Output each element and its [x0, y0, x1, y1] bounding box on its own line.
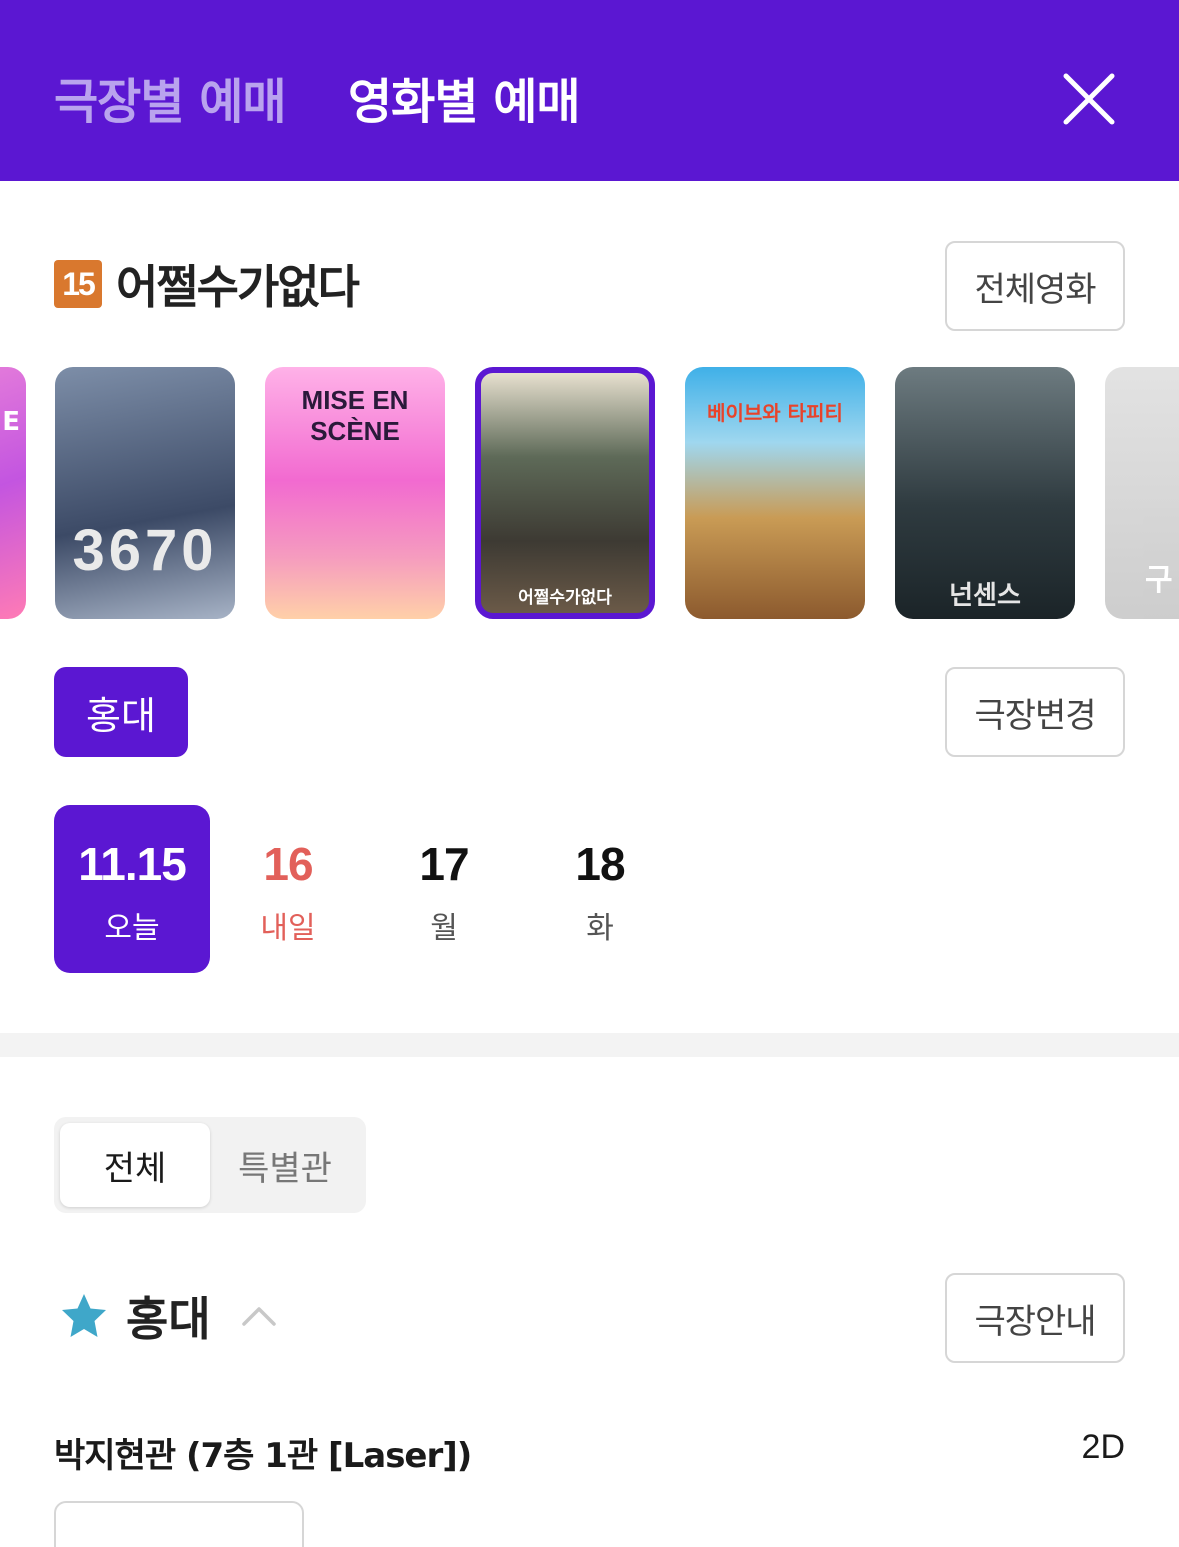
selected-theater-chip[interactable]: 홍대 — [54, 667, 188, 757]
poster-label: E — [2, 407, 20, 437]
poster-label: 3670 — [72, 518, 218, 583]
tab-movie-booking[interactable]: 영화별 예매 — [348, 62, 581, 132]
close-icon[interactable] — [1060, 70, 1118, 128]
date-day: 오늘 — [104, 911, 160, 946]
movie-poster-selected[interactable]: 어쩔수가없다 — [475, 367, 655, 619]
showtime-card[interactable] — [54, 1501, 304, 1547]
screen-name: 박지현관 (7층 1관 [Laser]) — [54, 1436, 472, 1476]
movie-title: 어쩔수가없다 — [116, 260, 360, 314]
date-number: 17 — [419, 838, 469, 890]
date-item-selected[interactable]: 11.15 오늘 — [54, 805, 210, 973]
date-day: 내일 — [260, 911, 316, 946]
age-rating-badge: 15 — [54, 260, 102, 308]
movie-poster[interactable]: 넌센스 — [895, 367, 1075, 619]
theater-name: 홍대 — [126, 1292, 211, 1346]
date-number: 11.15 — [78, 838, 187, 890]
poster-carousel[interactable]: E 3670 MISE EN SCÈNE 어쩔수가없다 베이브와 타피티 넌센스… — [0, 367, 1179, 619]
filter-special-button[interactable]: 특별관 — [210, 1123, 360, 1207]
star-icon[interactable] — [58, 1290, 110, 1342]
hall-filter-segment: 전체 특별관 — [54, 1117, 366, 1213]
booking-header: 극장별 예매 영화별 예매 — [0, 0, 1179, 181]
poster-label: 베이브와 타피티 — [707, 401, 843, 425]
screen-format: 2D — [1081, 1428, 1125, 1466]
all-movies-button[interactable]: 전체영화 — [945, 241, 1125, 331]
theater-row[interactable]: 홍대 — [58, 1286, 277, 1346]
date-item[interactable]: 18 화 — [522, 805, 678, 973]
date-day: 화 — [586, 911, 614, 946]
movie-title-row: 15 어쩔수가없다 — [54, 254, 360, 314]
tab-theater-booking[interactable]: 극장별 예매 — [54, 62, 287, 132]
date-item[interactable]: 17 월 — [366, 805, 522, 973]
movie-poster[interactable]: 베이브와 타피티 — [685, 367, 865, 619]
date-number: 16 — [263, 838, 313, 890]
poster-label: 넌센스 — [949, 581, 1021, 611]
poster-label: 구 — [1145, 563, 1173, 598]
date-number: 18 — [575, 838, 625, 890]
theater-info-button[interactable]: 극장안내 — [945, 1273, 1125, 1363]
chevron-up-icon[interactable] — [241, 1304, 277, 1328]
movie-poster[interactable]: MISE EN SCÈNE — [265, 367, 445, 619]
filter-all-button[interactable]: 전체 — [60, 1123, 210, 1207]
date-day: 월 — [430, 911, 458, 946]
change-theater-button[interactable]: 극장변경 — [945, 667, 1125, 757]
movie-poster[interactable]: 구 — [1105, 367, 1179, 619]
movie-poster[interactable]: 3670 — [55, 367, 235, 619]
poster-label: MISE EN SCÈNE — [301, 385, 409, 446]
movie-poster[interactable]: E — [0, 367, 26, 619]
poster-label: 어쩔수가없다 — [518, 588, 612, 608]
section-divider — [0, 1033, 1179, 1057]
date-item[interactable]: 16 내일 — [210, 805, 366, 973]
